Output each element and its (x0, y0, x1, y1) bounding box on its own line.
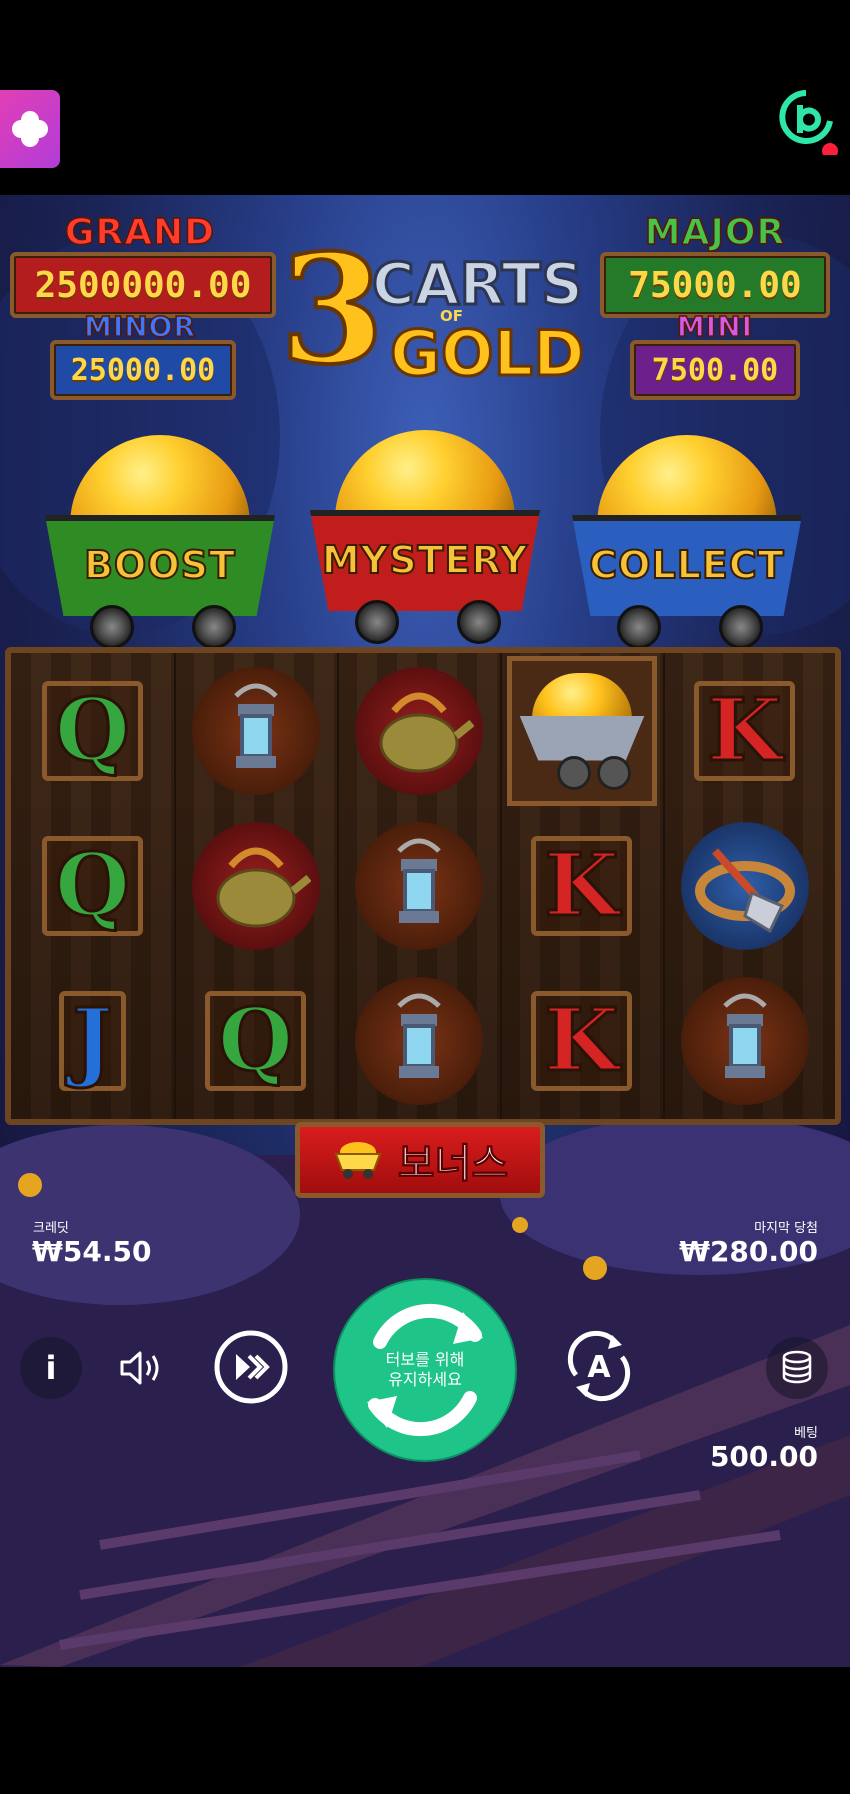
clover-icon (12, 111, 48, 147)
reel-4: K K (500, 653, 665, 1119)
lantern-icon (337, 963, 500, 1118)
collect-cart: COLLECT (567, 415, 807, 649)
mystery-cart: MYSTERY (305, 410, 545, 644)
jackpot-minor-value: 25000.00 (50, 340, 236, 400)
kettle-icon (174, 808, 337, 963)
reel-3 (337, 653, 502, 1119)
wheel-icon (90, 605, 134, 649)
coins-stack-icon (782, 1350, 812, 1384)
info-button[interactable]: i (20, 1337, 82, 1399)
jackpot-major-label: MAJOR (644, 211, 786, 254)
wheel-icon (719, 605, 763, 649)
autoplay-icon: A (567, 1330, 631, 1402)
bottom-bar (0, 1667, 850, 1794)
bonus-buy-button[interactable]: 보너스 (295, 1122, 545, 1198)
reel-2: Q (174, 653, 339, 1119)
gold-cart-icon (500, 653, 663, 808)
spin-hint-line1: 터보를 위해 (385, 1350, 465, 1369)
collect-cart-label: COLLECT (588, 542, 785, 588)
symbol-k: K (500, 963, 663, 1118)
wheel-icon (192, 605, 236, 649)
bonus-button-label: 보너스 (397, 1141, 509, 1188)
symbol-q: Q (11, 808, 174, 963)
symbol-j: J (11, 963, 174, 1118)
wheel-icon (355, 600, 399, 644)
reel-1: Q Q J (11, 653, 176, 1119)
lantern-icon (174, 653, 337, 808)
speaker-icon (120, 1351, 159, 1385)
bet-value: 500.00 (709, 1440, 818, 1473)
boost-cart: BOOST (40, 415, 280, 649)
lantern-icon (337, 808, 500, 963)
game-scene: GRAND 2500000.00 MINOR 25000.00 MAJOR 75… (0, 195, 850, 1667)
sound-button[interactable] (110, 1337, 172, 1399)
menu-button[interactable] (0, 90, 60, 168)
wheel-icon (457, 600, 501, 644)
bet-label: 베팅 (794, 1426, 818, 1441)
brand-logo-icon (779, 90, 838, 155)
autoplay-button[interactable]: A (558, 1325, 640, 1407)
symbol-k: K (500, 808, 663, 963)
symbol-k: K (663, 653, 826, 808)
info-icon: i (45, 1349, 57, 1387)
reels-grid: Q Q J Q K K K (5, 647, 841, 1125)
jackpot-major-value: 75000.00 (600, 252, 830, 318)
credit-label: 크레딧 (33, 1221, 69, 1236)
last-win-value: ₩280.00 (679, 1235, 818, 1268)
reel-5: K (663, 653, 835, 1119)
cart-icon (334, 1142, 382, 1179)
top-bar (0, 0, 850, 195)
jackpot-minor-label: MINOR (83, 309, 197, 344)
svg-text:A: A (587, 1350, 611, 1385)
mystery-cart-label: MYSTERY (321, 537, 529, 583)
logo-gold: GOLD (389, 316, 587, 392)
bet-settings-button[interactable] (766, 1337, 828, 1399)
lantern-icon (663, 963, 826, 1118)
fast-forward-icon (214, 1330, 288, 1404)
wheel-icon (617, 605, 661, 649)
kettle-icon (337, 653, 500, 808)
logo-carts: CARTS (371, 249, 585, 320)
jackpot-mini-value: 7500.00 (630, 340, 800, 400)
credit-value: ₩54.50 (32, 1235, 152, 1268)
game-logo: 3 CARTS OF GOLD (278, 233, 586, 395)
jackpot-grand-value: 2500000.00 (10, 252, 276, 318)
logo-number: 3 (278, 222, 386, 398)
jackpot-grand-label: GRAND (64, 211, 216, 254)
boost-cart-label: BOOST (83, 542, 236, 588)
last-win-label: 마지막 당첨 (754, 1221, 818, 1236)
shovel-icon (663, 808, 826, 963)
spin-button[interactable]: 터보를 위해 유지하세요 (335, 1280, 515, 1460)
symbol-q: Q (11, 653, 174, 808)
turbo-button[interactable] (212, 1328, 290, 1406)
symbol-q: Q (174, 963, 337, 1118)
jackpot-mini-label: MINI (676, 309, 754, 344)
spin-hint-line2: 유지하세요 (388, 1370, 462, 1389)
